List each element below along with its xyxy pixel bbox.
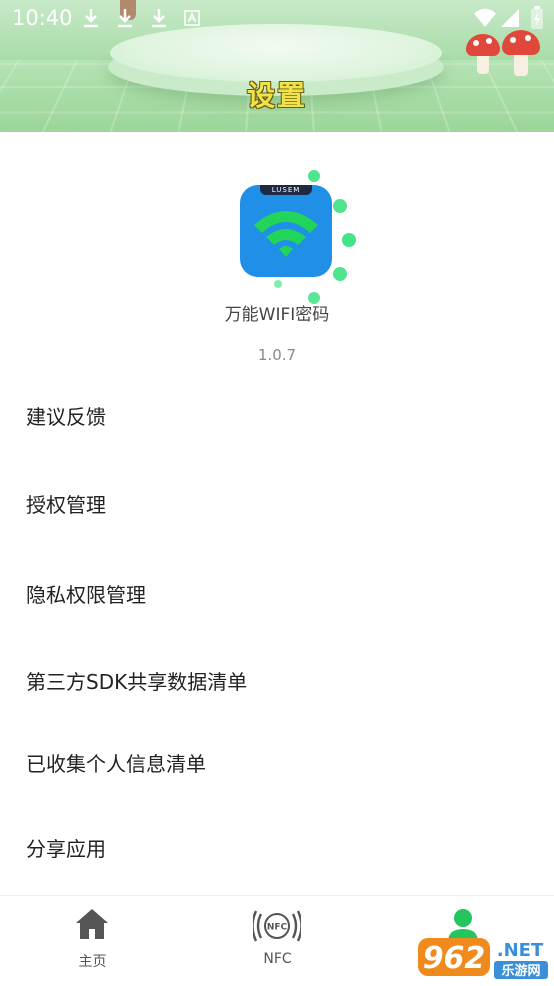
watermark-number: 962: [423, 941, 486, 976]
nav-item-home[interactable]: 主页: [0, 896, 185, 985]
header-banner: 10:40 设置: [0, 0, 554, 132]
site-watermark-logo: 962 .NET 乐游网: [414, 932, 552, 982]
status-time: 10:40: [12, 6, 73, 30]
app-version: 1.0.7: [257, 346, 297, 364]
nfc-icon: NFC: [251, 908, 303, 948]
nav-item-nfc[interactable]: NFC NFC: [185, 896, 370, 985]
menu-item-third-party-sdk-list[interactable]: 第三方SDK共享数据清单: [26, 666, 247, 695]
nfc-icon-text: NFC: [267, 923, 288, 933]
page-title: 设置: [246, 79, 307, 112]
wifi-icon: [474, 8, 496, 32]
watermark-suffix: .NET: [497, 940, 544, 961]
watermark-site: 乐游网: [501, 963, 540, 979]
battery-icon: [530, 6, 544, 34]
download-icon: [150, 8, 168, 32]
loading-dots-decoration: [274, 170, 356, 304]
nav-label-home: 主页: [78, 954, 107, 970]
nav-label-nfc: NFC: [263, 951, 292, 967]
text-a-icon: [184, 10, 200, 30]
signal-icon: [500, 8, 520, 32]
download-icon: [116, 8, 134, 32]
status-bar: 10:40: [0, 0, 554, 38]
home-icon: [75, 908, 109, 944]
app-logo: LUSEM: [238, 170, 362, 310]
menu-item-share-app[interactable]: 分享应用: [26, 833, 106, 862]
download-icon: [82, 8, 100, 32]
menu-item-collected-info-list[interactable]: 已收集个人信息清单: [26, 748, 206, 777]
menu-item-feedback[interactable]: 建议反馈: [26, 401, 106, 430]
menu-item-authorization[interactable]: 授权管理: [26, 489, 106, 518]
menu-item-privacy-permissions[interactable]: 隐私权限管理: [26, 579, 146, 608]
mushroom-decoration: [466, 34, 500, 76]
app-name: 万能WIFI密码: [224, 305, 330, 325]
